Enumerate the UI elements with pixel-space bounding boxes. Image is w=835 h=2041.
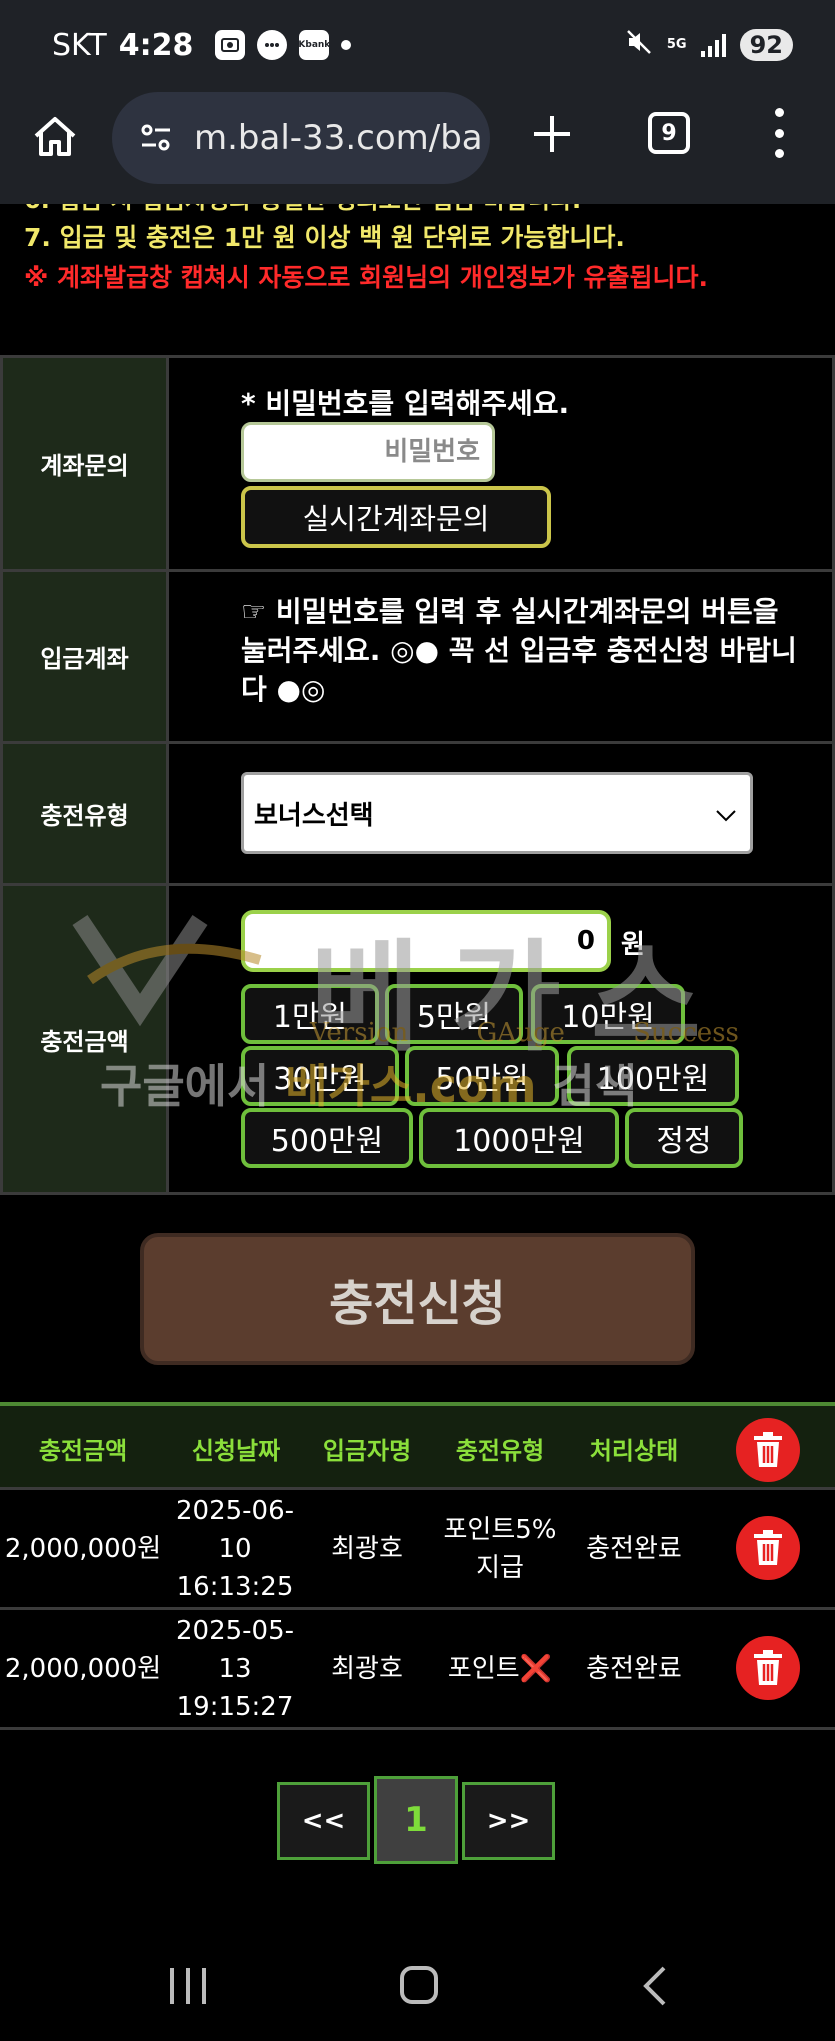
back-icon[interactable] (640, 1964, 670, 2008)
page-1-button[interactable]: 1 (374, 1776, 458, 1864)
password-hint: * 비밀번호를 입력해주세요. (241, 387, 570, 420)
delete-all-button[interactable] (736, 1418, 800, 1482)
table-row: 2,000,000원 2025-05-13 19:15:27 최광호 포인트❌ … (0, 1610, 835, 1730)
system-icons: 5G 92 (625, 28, 793, 63)
notice-line-6: 6. 입금 시 입금자명과 동일한 명의로만 입금 바랍니다. (24, 204, 581, 215)
realtime-account-inquiry-button[interactable]: 실시간계좌문의 (241, 486, 551, 548)
notice-line-7: 7. 입금 및 충전은 1만 원 이상 백 원 단위로 가능합니다. (24, 223, 625, 252)
delete-row-button[interactable] (736, 1636, 800, 1700)
amount-button-1m[interactable]: 100만원 (567, 1046, 739, 1106)
label-charge-amount: 충전금액 (3, 886, 169, 1192)
trash-icon (754, 1650, 782, 1685)
menu-dot (774, 108, 784, 117)
next-page-button[interactable]: >> (462, 1782, 555, 1860)
carrier-label: SKT (52, 27, 107, 63)
site-settings-icon[interactable] (138, 120, 174, 156)
amount-button-300k[interactable]: 30만원 (241, 1046, 399, 1106)
pagination: << 1 >> (277, 1776, 555, 1872)
notice-warning: ※ 계좌발급창 캡쳐시 자동으로 회원님의 개인정보가 유출됩니다. (24, 263, 709, 292)
charge-submit-button[interactable]: 충전신청 (140, 1233, 695, 1365)
chat-icon (257, 30, 288, 60)
amount-button-500k[interactable]: 50만원 (405, 1046, 559, 1106)
cell-status: 충전완료 (586, 1533, 682, 1564)
network-type: 5G (666, 37, 687, 52)
cell-depositor: 최광호 (331, 1653, 403, 1684)
cell-amount: 2,000,000원 (4, 1653, 162, 1684)
header-depositor: 입금자명 (322, 1436, 412, 1465)
cell-amount: 2,000,000원 (4, 1533, 162, 1564)
label-deposit-account: 입금계좌 (3, 572, 169, 741)
row-deposit-account: 입금계좌 ☞ 비밀번호를 입력 후 실시간계좌문의 버튼을 눌러주세요. ◎● … (3, 572, 835, 744)
header-status: 처리상태 (589, 1436, 679, 1465)
amount-unit: 원 (621, 930, 645, 960)
cell-type: 포인트5%지급 (443, 1514, 557, 1583)
table-header: 충전금액 신청날짜 입금자명 충전유형 처리상태 (0, 1402, 835, 1490)
browser-toolbar: m.bal-33.com/ba 9 (0, 90, 835, 204)
recent-apps-button[interactable] (170, 1968, 206, 2004)
label-charge-type: 충전유형 (3, 744, 169, 883)
signal-icon (700, 33, 726, 57)
chevron-down-icon (716, 810, 736, 822)
deposit-account-body: ☞ 비밀번호를 입력 후 실시간계좌문의 버튼을 눌러주세요. ◎● 꼭 선 입… (169, 572, 835, 741)
recent-apps-bar (170, 1968, 174, 2004)
row-charge-amount: 충전금액 0 원 1만원 5만원 10만원 30만원 50만원 100만원 50… (3, 886, 835, 1192)
new-tab-button[interactable] (530, 112, 574, 156)
kbank-icon: Kbank (298, 30, 330, 60)
recent-apps-bar (186, 1968, 190, 2004)
status-bar: SKT 4:28 Kbank 5G 92 (0, 0, 835, 90)
delete-row-button[interactable] (736, 1516, 800, 1580)
recent-apps-bar (202, 1968, 206, 2004)
cell-status: 충전완료 (586, 1653, 682, 1684)
label-account-inquiry: 계좌문의 (3, 358, 169, 569)
account-inquiry-body: * 비밀번호를 입력해주세요. 실시간계좌문의 (169, 358, 835, 569)
browser-menu-button[interactable] (772, 108, 786, 158)
menu-dot (774, 128, 784, 138)
cell-date: 2025-06-10 16:13:25 (175, 1495, 294, 1602)
header-type: 충전유형 (455, 1436, 545, 1465)
amount-input[interactable]: 0 (241, 910, 611, 972)
amount-button-5m[interactable]: 500만원 (241, 1108, 413, 1168)
mute-icon (625, 28, 653, 63)
header-date: 신청날짜 (191, 1436, 281, 1465)
home-icon (34, 117, 76, 156)
table-row: 2,000,000원 2025-06-10 16:13:25 최광호 포인트5%… (0, 1490, 835, 1610)
clock: 4:28 (118, 27, 194, 63)
charge-amount-body: 0 원 1만원 5만원 10만원 30만원 50만원 100만원 500만원 1… (169, 886, 835, 1192)
amount-reset-button[interactable]: 정정 (625, 1108, 743, 1168)
cell-depositor: 최광호 (331, 1533, 403, 1564)
row-charge-type: 충전유형 보너스선택 (3, 744, 835, 886)
amount-button-10m[interactable]: 1000만원 (419, 1108, 619, 1168)
cell-date: 2025-05-13 19:15:27 (175, 1615, 294, 1722)
plus-icon (534, 116, 570, 152)
bonus-select[interactable]: 보너스선택 (241, 772, 753, 854)
notification-icons: Kbank (215, 30, 352, 60)
cell-type: 포인트❌ (447, 1653, 553, 1684)
system-home-button[interactable] (400, 1966, 438, 2004)
battery-level: 92 (739, 29, 793, 61)
address-bar[interactable]: m.bal-33.com/ba (112, 92, 490, 184)
trash-icon (754, 1530, 782, 1565)
amount-button-10k[interactable]: 1만원 (241, 984, 379, 1044)
home-button[interactable] (30, 112, 80, 162)
notice-list: 6. 입금 시 입금자명과 동일한 명의로만 입금 바랍니다. 7. 입금 및 … (0, 204, 835, 354)
charge-type-body: 보너스선택 (169, 744, 835, 883)
header-amount: 충전금액 (38, 1436, 128, 1465)
more-notifications-dot (341, 40, 352, 50)
system-nav-bar (0, 1940, 835, 2041)
menu-dot (774, 149, 784, 158)
deposit-instructions: ☞ 비밀번호를 입력 후 실시간계좌문의 버튼을 눌러주세요. ◎● 꼭 선 입… (241, 595, 797, 706)
password-input[interactable] (241, 422, 495, 482)
amount-button-50k[interactable]: 5만원 (385, 984, 523, 1044)
row-account-inquiry: 계좌문의 * 비밀번호를 입력해주세요. 실시간계좌문의 (3, 358, 835, 572)
tab-switcher-button[interactable]: 9 (648, 112, 690, 154)
amount-button-100k[interactable]: 10만원 (531, 984, 685, 1044)
url-text: m.bal-33.com/ba (194, 118, 483, 158)
screenshot-icon (215, 30, 246, 60)
charge-form: 계좌문의 * 비밀번호를 입력해주세요. 실시간계좌문의 입금계좌 ☞ 비밀번호… (0, 355, 835, 1195)
trash-icon (754, 1432, 782, 1467)
prev-page-button[interactable]: << (277, 1782, 370, 1860)
bonus-select-value: 보너스선택 (254, 800, 374, 831)
